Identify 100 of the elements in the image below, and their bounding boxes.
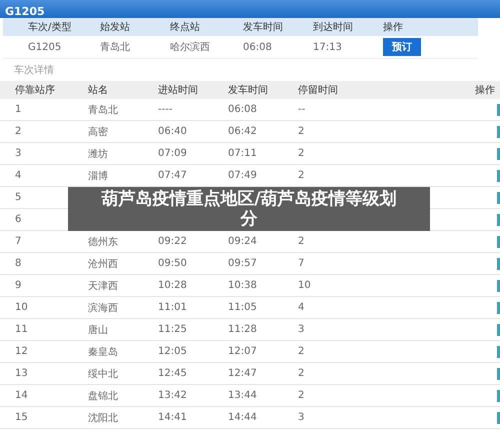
table-cell: 10 — [298, 280, 311, 291]
table-cell: 2 — [298, 346, 304, 357]
table-cell: 3 — [298, 412, 304, 423]
column-header: 始发站 — [100, 20, 130, 34]
table-cell: 10 — [15, 302, 28, 313]
table-cell-text: 高密 — [88, 126, 108, 138]
table-cell: 8 — [15, 258, 22, 269]
table-cell: 12 — [15, 346, 28, 357]
action-button[interactable] — [497, 192, 500, 204]
action-button[interactable] — [497, 236, 500, 248]
column-header: 车次/类型 — [28, 20, 72, 34]
table-cell: 9 — [15, 280, 22, 291]
table-cell: 3 — [15, 148, 22, 159]
table-cell: 2 — [15, 126, 22, 137]
table-cell: 3 — [298, 324, 304, 335]
table-cell: 06:08 — [243, 42, 272, 52]
table-cell: 09:50 — [158, 258, 187, 269]
table-cell: 07:09 — [158, 148, 187, 159]
table-cell-text: 绥中北 — [88, 368, 118, 380]
column-header: 发车时间 — [228, 84, 268, 97]
table-cell: 10:28 — [158, 280, 187, 291]
table-cell: G1205 — [28, 42, 62, 52]
table-cell: 09:24 — [228, 236, 257, 247]
column-header: 进站时间 — [158, 84, 198, 97]
column-header: 操作 — [383, 21, 403, 34]
action-button[interactable] — [497, 390, 500, 402]
table-cell: 06:42 — [228, 126, 257, 137]
table-cell-text: 哈尔滨西 — [170, 40, 210, 54]
table-cell: 13 — [15, 368, 28, 379]
table-cell: 12:05 — [158, 346, 187, 357]
action-button[interactable] — [497, 148, 500, 160]
table-cell: 06:08 — [228, 104, 257, 115]
table-cell: 11 — [15, 324, 28, 335]
table-cell: 5 — [15, 192, 22, 203]
table-cell: 09:57 — [228, 258, 257, 269]
table-cell-text: 滨海西 — [88, 302, 118, 314]
table-cell: 13:42 — [158, 390, 187, 401]
table-cell: 13:44 — [228, 390, 257, 401]
table-cell: 10:38 — [228, 280, 257, 291]
table-cell: 17:13 — [313, 42, 342, 52]
table-cell-text: 淄博 — [88, 170, 108, 182]
action-button[interactable] — [497, 258, 500, 270]
table-cell-text: 德州东 — [88, 236, 118, 248]
table-cell-text: 唐山 — [88, 324, 108, 336]
table-cell-text: 秦皇岛 — [88, 346, 118, 358]
action-button[interactable] — [497, 104, 500, 116]
table-cell: 11:01 — [158, 302, 187, 313]
table-cell: 06:40 — [158, 126, 187, 137]
action-button[interactable] — [497, 170, 500, 182]
page-title: G1205 — [4, 4, 45, 20]
table-cell: 07:47 — [158, 170, 187, 181]
table-cell: 12:07 — [228, 346, 257, 357]
table-cell: 11:05 — [228, 302, 257, 313]
table-cell: 2 — [298, 170, 304, 181]
table-cell-text: 潍坊 — [88, 148, 108, 160]
action-button[interactable] — [497, 346, 500, 358]
table-cell: 07:11 — [228, 148, 257, 159]
headline: 葫芦岛疫情重点地区/葫芦岛疫情等级划分 — [68, 187, 430, 231]
column-header: 站名 — [88, 84, 108, 97]
table-cell-text: 盘锦北 — [88, 390, 118, 402]
table-cell: 14:41 — [158, 412, 187, 423]
action-button[interactable] — [497, 214, 500, 226]
table-cell: 12:45 — [158, 368, 187, 379]
table-cell: 2 — [298, 126, 304, 137]
table-cell: 12:47 — [228, 368, 257, 379]
table-cell: 2 — [298, 390, 304, 401]
action-button[interactable] — [497, 324, 500, 336]
table-cell: 1 — [15, 104, 22, 115]
table-cell: 7 — [15, 236, 22, 247]
table-cell: 14:44 — [228, 412, 257, 423]
column-header: 发车时间 — [243, 20, 283, 34]
column-header: 停靠站序 — [15, 84, 55, 97]
action-button[interactable] — [497, 412, 500, 424]
section-label: 车次详情 — [13, 64, 54, 78]
table-cell: 4 — [298, 302, 304, 313]
table-cell-text: 天津西 — [88, 280, 118, 292]
table-cell: 2 — [298, 368, 304, 379]
action-button[interactable] — [497, 302, 500, 314]
column-header: 操作 — [475, 84, 496, 97]
table-cell: 15 — [15, 412, 28, 423]
table-cell: 11:25 — [158, 324, 187, 335]
table-cell: -- — [298, 104, 306, 115]
column-header: 到达时间 — [313, 20, 353, 34]
action-button[interactable] — [497, 126, 500, 138]
table-cell: 7 — [298, 258, 304, 269]
table-cell-text: 青岛北 — [88, 104, 118, 116]
table-cell-text: 沈阳北 — [88, 412, 118, 424]
table-cell: 2 — [298, 148, 304, 159]
book-button[interactable]: 预订 — [383, 38, 421, 56]
action-button[interactable] — [497, 280, 500, 292]
column-header: 停留时间 — [298, 84, 338, 97]
table-cell: 11:28 — [228, 324, 257, 335]
column-header: 终点站 — [170, 20, 200, 34]
table-cell: ---- — [158, 104, 172, 115]
table-cell-text: 沧州西 — [88, 258, 118, 270]
table-cell: 6 — [15, 214, 22, 225]
table-cell: 4 — [15, 170, 22, 181]
action-button[interactable] — [497, 368, 500, 380]
table-cell: 14 — [15, 390, 28, 401]
table-cell: 07:49 — [228, 170, 257, 181]
